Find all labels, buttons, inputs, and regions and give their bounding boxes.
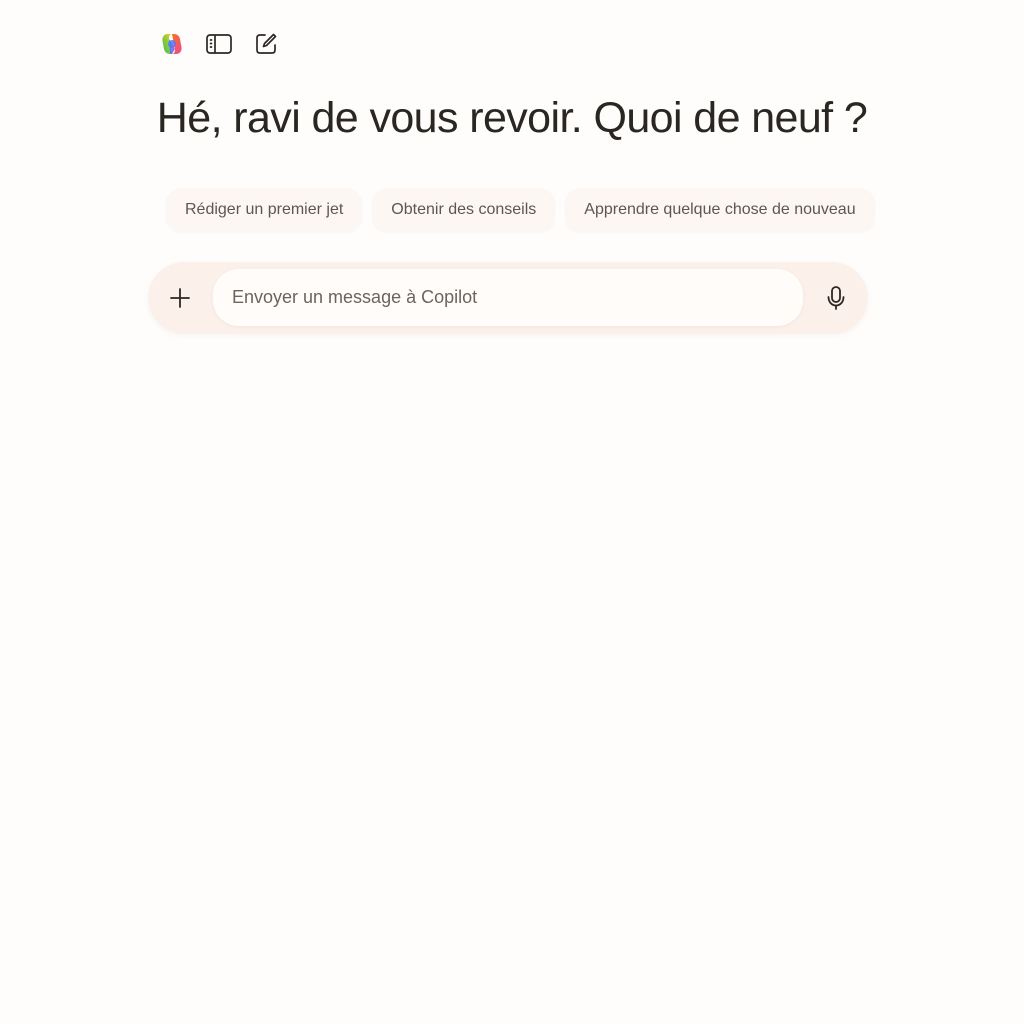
copilot-logo-button[interactable]	[156, 28, 188, 60]
sidebar-toggle-icon	[206, 34, 232, 54]
suggestion-chips: Rédiger un premier jet Obtenir des conse…	[166, 188, 885, 232]
microphone-button[interactable]	[816, 278, 856, 318]
suggestion-chip-advice[interactable]: Obtenir des conseils	[372, 188, 556, 232]
compose-icon	[256, 33, 277, 54]
top-toolbar	[156, 28, 297, 60]
add-attachment-button[interactable]	[160, 278, 200, 318]
message-input-wrapper	[213, 269, 803, 326]
sidebar-toggle-button[interactable]	[203, 28, 235, 60]
copilot-logo-icon	[162, 34, 182, 54]
new-chat-button[interactable]	[250, 28, 282, 60]
microphone-icon	[827, 286, 845, 310]
message-composer	[148, 262, 868, 334]
copilot-home: Hé, ravi de vous revoir. Quoi de neuf ? …	[0, 0, 1024, 1024]
suggestion-chip-learn[interactable]: Apprendre quelque chose de nouveau	[565, 188, 875, 232]
plus-icon	[170, 288, 190, 308]
message-input[interactable]	[213, 269, 803, 326]
greeting-heading: Hé, ravi de vous revoir. Quoi de neuf ?	[156, 94, 868, 142]
suggestion-chip-draft[interactable]: Rédiger un premier jet	[166, 188, 363, 232]
